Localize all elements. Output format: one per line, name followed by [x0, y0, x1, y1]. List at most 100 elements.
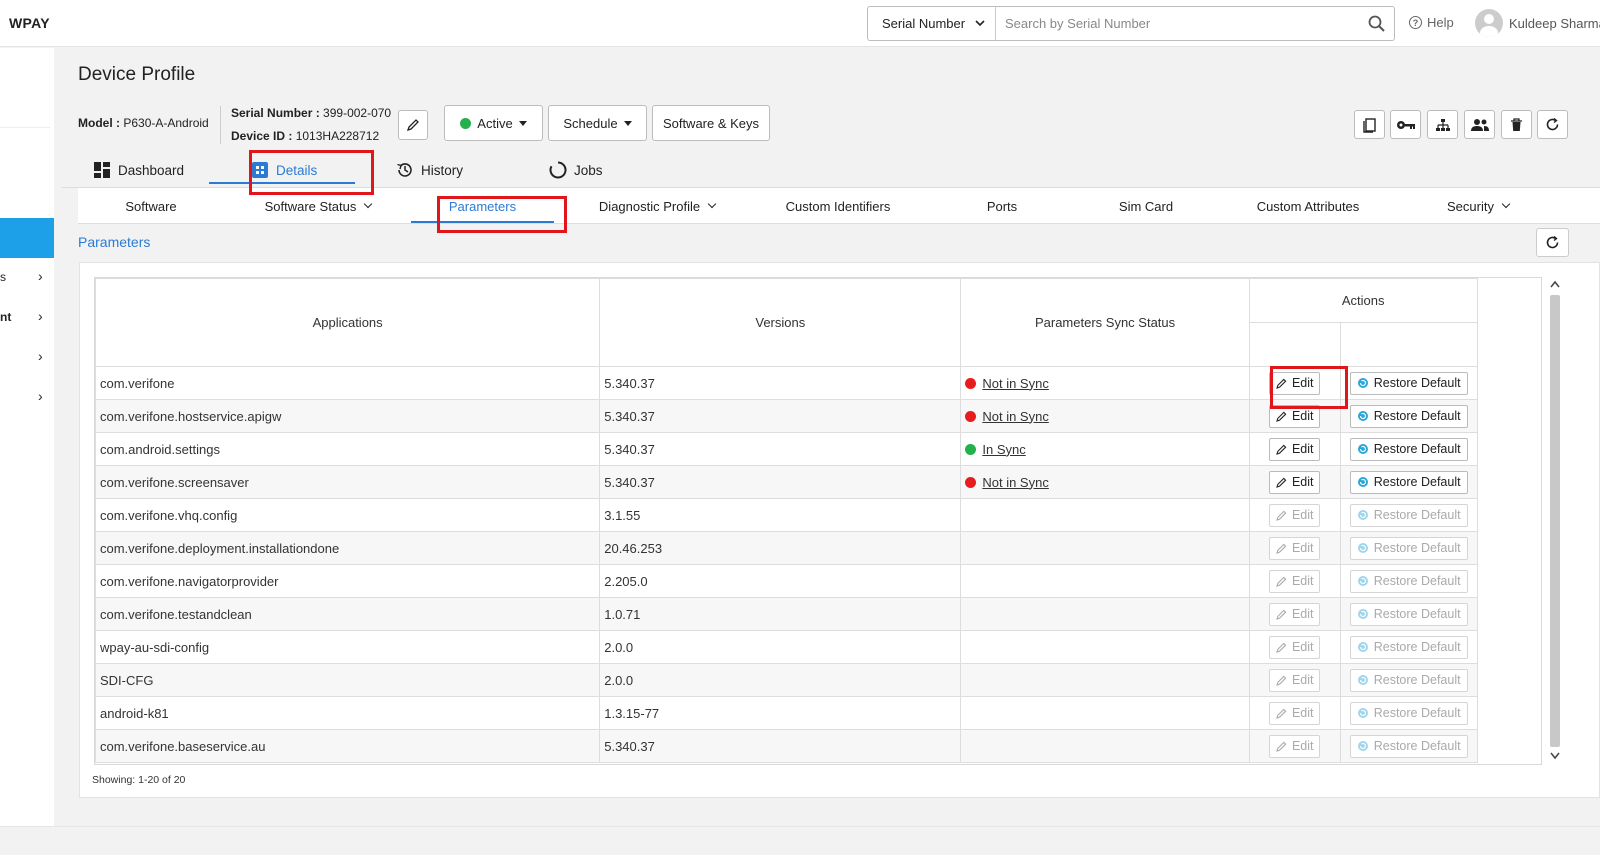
cell-sync-status: Not in Sync: [960, 465, 1250, 499]
restore-icon: [1357, 378, 1368, 388]
subtab-label: Sim Card: [1118, 198, 1174, 214]
restore-default-button[interactable]: Restore Default: [1349, 668, 1468, 692]
restore-default-button[interactable]: Restore Default: [1349, 371, 1468, 395]
table-row: com.verifone.screensaver 5.340.37 Not in S…: [95, 465, 1541, 499]
subtab-custom-identifiers[interactable]: Custom Identifiers: [758, 188, 918, 224]
brand-logo[interactable]: WPAY: [9, 15, 50, 31]
sync-status: Not in Sync: [965, 409, 1244, 424]
application-name: wpay-au-sdi-config: [100, 639, 210, 655]
cell-restore: Restore Default: [1339, 729, 1478, 763]
subtab-software-status[interactable]: Software Status: [238, 188, 398, 224]
edit-button[interactable]: Edit: [1268, 569, 1321, 593]
restore-default-button[interactable]: Restore Default: [1349, 635, 1468, 659]
restore-default-button[interactable]: Restore Default: [1349, 437, 1468, 461]
tab-label: Dashboard: [118, 162, 185, 178]
sidebar-item-1[interactable]: [0, 88, 50, 128]
cell-version: 5.340.37: [599, 465, 962, 499]
sidebar-item-3[interactable]: nt ›: [0, 306, 54, 330]
table-scrollbar[interactable]: [1546, 277, 1564, 765]
edit-button[interactable]: Edit: [1268, 536, 1321, 560]
edit-button[interactable]: Edit: [1268, 503, 1321, 527]
edit-button[interactable]: Edit: [1268, 470, 1321, 494]
hierarchy-button[interactable]: [1427, 110, 1458, 139]
scrollbar-thumb[interactable]: [1550, 295, 1560, 747]
schedule-dropdown[interactable]: Schedule: [548, 105, 647, 141]
subtab-diagnostic-profile[interactable]: Diagnostic Profile: [577, 188, 737, 224]
restore-label: Restore Default: [1373, 574, 1461, 588]
cell-restore: Restore Default: [1339, 531, 1478, 565]
scroll-down-icon[interactable]: [1550, 751, 1560, 761]
restore-default-button[interactable]: Restore Default: [1349, 701, 1468, 725]
subtab-parameters[interactable]: Parameters: [411, 188, 554, 224]
search-input[interactable]: [996, 7, 1358, 40]
version-value: 1.0.71: [604, 606, 641, 622]
subtab-ports[interactable]: Ports: [942, 188, 1062, 224]
sidebar-item-5[interactable]: ›: [0, 386, 54, 410]
sidebar-item-label: nt: [0, 310, 12, 324]
edit-button[interactable]: Edit: [1268, 668, 1321, 692]
edit-device-button[interactable]: [398, 110, 428, 140]
status-dropdown[interactable]: Active: [444, 105, 543, 141]
chevron-right-icon: ›: [38, 388, 43, 404]
version-value: 2.0.0: [604, 639, 634, 655]
chevron-right-icon: ›: [38, 268, 43, 284]
key-button[interactable]: [1390, 110, 1421, 139]
parameters-table-container[interactable]: Applications Versions Parameters Sync St…: [94, 277, 1542, 765]
cell-sync-status: [960, 498, 1250, 532]
hierarchy-icon: [1435, 118, 1450, 131]
edit-button[interactable]: Edit: [1268, 701, 1321, 725]
restore-default-button[interactable]: Restore Default: [1349, 569, 1468, 593]
user-menu[interactable]: Kuldeep Sharma: [1475, 9, 1600, 37]
sync-status-link[interactable]: Not in Sync: [982, 376, 1048, 391]
subtab-sim-card[interactable]: Sim Card: [1086, 188, 1206, 224]
version-value: 2.205.0: [604, 573, 648, 589]
restore-default-button[interactable]: Restore Default: [1349, 470, 1468, 494]
edit-button[interactable]: Edit: [1268, 371, 1321, 395]
pencil-icon: [1276, 609, 1287, 620]
table-row: com.verifone 5.340.37 Not in Sync Edit Resto…: [95, 366, 1541, 400]
search-type-dropdown[interactable]: Serial Number: [868, 7, 996, 40]
edit-button[interactable]: Edit: [1268, 734, 1321, 758]
tab-dashboard[interactable]: Dashboard: [93, 152, 184, 188]
tab-history[interactable]: History: [396, 152, 463, 188]
subtab-label: Custom Attributes: [1256, 198, 1360, 214]
restore-label: Restore Default: [1373, 541, 1461, 555]
refresh-button[interactable]: [1537, 110, 1568, 139]
restore-default-button[interactable]: Restore Default: [1349, 503, 1468, 527]
subtab-custom-attributes[interactable]: Custom Attributes: [1228, 188, 1388, 224]
subtab-security[interactable]: Security: [1408, 188, 1548, 224]
restore-label: Restore Default: [1373, 706, 1461, 720]
search-icon[interactable]: [1358, 15, 1394, 32]
restore-default-button[interactable]: Restore Default: [1349, 404, 1468, 428]
footer-bar: [0, 826, 1600, 855]
restore-default-button[interactable]: Restore Default: [1349, 536, 1468, 560]
copy-button[interactable]: [1354, 110, 1385, 139]
software-keys-button[interactable]: Software & Keys: [652, 105, 770, 141]
cell-restore: Restore Default: [1339, 663, 1478, 697]
scroll-up-icon[interactable]: [1550, 279, 1560, 289]
edit-button[interactable]: Edit: [1268, 404, 1321, 428]
restore-default-button[interactable]: Restore Default: [1349, 734, 1468, 758]
tab-jobs[interactable]: Jobs: [549, 152, 603, 188]
restore-default-button[interactable]: Restore Default: [1349, 602, 1468, 626]
sync-status-link[interactable]: Not in Sync: [982, 475, 1048, 490]
edit-button[interactable]: Edit: [1268, 602, 1321, 626]
sync-status-link[interactable]: Not in Sync: [982, 409, 1048, 424]
sidebar-item-2[interactable]: s ›: [0, 266, 54, 290]
cell-spacer: [1477, 366, 1541, 400]
parameters-card: Applications Versions Parameters Sync St…: [79, 262, 1600, 798]
sidebar-item-active[interactable]: [0, 218, 54, 258]
restore-icon: [1357, 741, 1368, 751]
refresh-parameters-button[interactable]: [1536, 228, 1569, 257]
subtab-software[interactable]: Software: [78, 188, 224, 224]
breadcrumb[interactable]: Parameters: [78, 234, 150, 250]
sync-status-link[interactable]: In Sync: [982, 442, 1025, 457]
sidebar-item-4[interactable]: ›: [0, 346, 54, 370]
help-link[interactable]: ? Help: [1409, 15, 1454, 30]
users-button[interactable]: [1464, 110, 1495, 139]
edit-button[interactable]: Edit: [1268, 437, 1321, 461]
cell-application: com.verifone.deployment.installationdone: [95, 531, 601, 565]
edit-button[interactable]: Edit: [1268, 635, 1321, 659]
parameters-table: Applications Versions Parameters Sync St…: [95, 278, 1541, 763]
delete-button[interactable]: [1501, 110, 1532, 139]
